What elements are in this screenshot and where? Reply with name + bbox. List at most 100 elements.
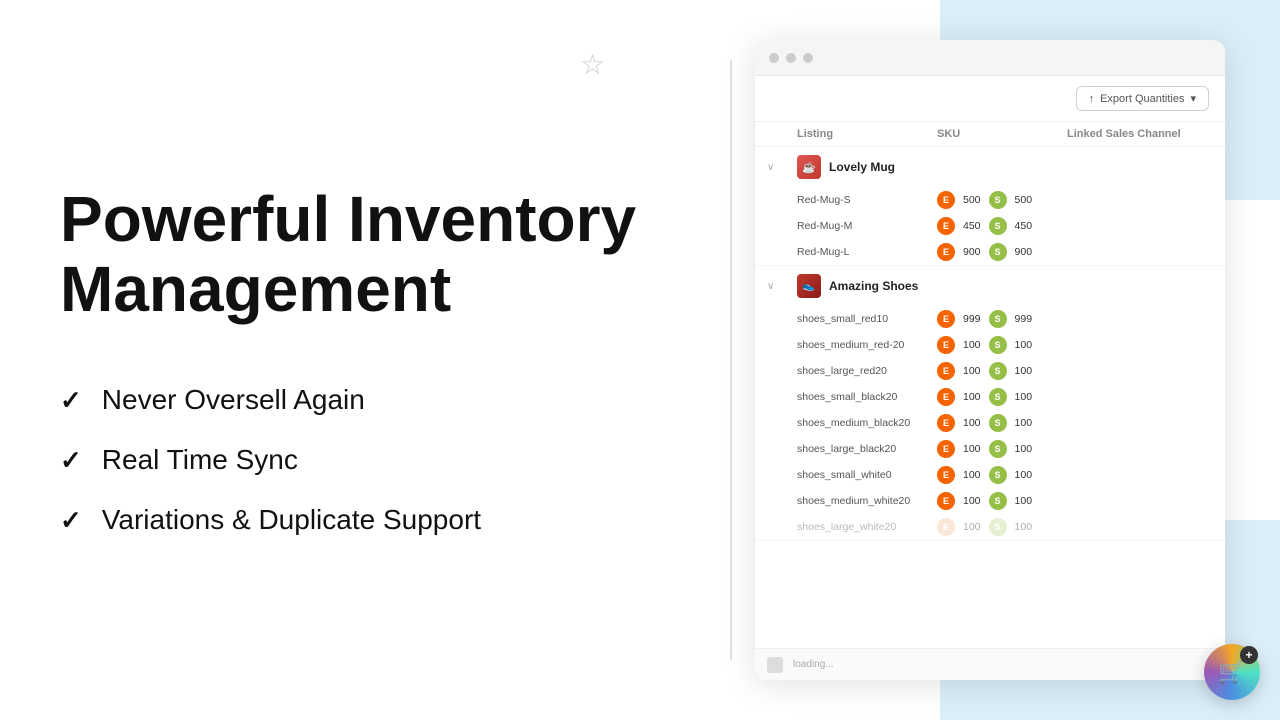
etsy-badge-s2: E (937, 336, 955, 354)
shopify-badge-s5: S (989, 414, 1007, 432)
etsy-qty-s3: 100 (963, 365, 981, 377)
check-icon-2: ✓ (60, 445, 82, 476)
shopify-qty-1: 500 (1015, 194, 1033, 206)
check-icon-3: ✓ (60, 505, 82, 536)
etsy-qty-s5: 100 (963, 417, 981, 429)
product-group-2: ∨ 👟 Amazing Shoes shoes_small_red10 E 99… (755, 266, 1225, 541)
feature-label-2: Real Time Sync (102, 444, 298, 476)
sku-row-shoes-6: shoes_large_black20 E 100 S 100 (755, 436, 1225, 462)
shopify-qty-2: 450 (1015, 220, 1033, 232)
feature-item-1: ✓ Never Oversell Again (60, 384, 670, 416)
shopify-qty-s9: 100 (1015, 521, 1033, 533)
etsy-qty-s1: 999 (963, 313, 981, 325)
etsy-badge-s5: E (937, 414, 955, 432)
sku-text-shoes-2: shoes_medium_red-20 (797, 339, 937, 351)
etsy-qty-s4: 100 (963, 391, 981, 403)
sku-row-red-mug-l: Red-Mug-L E 900 S 900 (755, 239, 1225, 265)
etsy-badge-s8: E (937, 492, 955, 510)
etsy-badge-s3: E (937, 362, 955, 380)
divider-line (730, 60, 732, 660)
channel-qty-shoes-4: E 100 S 100 (937, 388, 1067, 406)
sku-row-red-mug-m: Red-Mug-M E 450 S 450 (755, 213, 1225, 239)
shopify-badge-3: S (989, 243, 1007, 261)
browser-dot-3 (803, 53, 813, 63)
browser-content: ↑ Export Quantities ▾ Listing SKU Linked… (755, 76, 1225, 680)
chevron-icon-2: ∨ (767, 281, 797, 292)
feature-label-1: Never Oversell Again (102, 384, 365, 416)
feature-label-3: Variations & Duplicate Support (102, 504, 481, 536)
shopify-qty-s8: 100 (1015, 495, 1033, 507)
star-icon: ☆ (580, 48, 605, 81)
bottom-bar-icon (767, 657, 783, 673)
shopify-qty-s6: 100 (1015, 443, 1033, 455)
shopify-qty-s3: 100 (1015, 365, 1033, 377)
sku-row-shoes-8: shoes_medium_white20 E 100 S 100 (755, 488, 1225, 514)
etsy-qty-1: 500 (963, 194, 981, 206)
shopify-badge-s1: S (989, 310, 1007, 328)
sku-text-2: Red-Mug-M (797, 220, 937, 232)
sku-row-shoes-3: shoes_large_red20 E 100 S 100 (755, 358, 1225, 384)
sku-row-shoes-2: shoes_medium_red-20 E 100 S 100 (755, 332, 1225, 358)
sku-row-red-mug-s: Red-Mug-S E 500 S 500 (755, 187, 1225, 213)
header-listing: Listing (797, 128, 937, 140)
title-line1: Powerful Inventory (60, 183, 636, 255)
cart-fab[interactable]: 🛒 + (1204, 644, 1260, 700)
channel-qty-2: E 450 S 450 (937, 217, 1067, 235)
browser-window: ↑ Export Quantities ▾ Listing SKU Linked… (755, 40, 1225, 680)
product-group-1: ∨ ☕ Lovely Mug Red-Mug-S E 500 S 500 (755, 147, 1225, 266)
sku-row-shoes-5: shoes_medium_black20 E 100 S 100 (755, 410, 1225, 436)
etsy-badge-1: E (937, 191, 955, 209)
title-line2: Management (60, 253, 451, 325)
product-row-lovely-mug[interactable]: ∨ ☕ Lovely Mug (755, 147, 1225, 187)
channel-qty-shoes-7: E 100 S 100 (937, 466, 1067, 484)
product-row-amazing-shoes[interactable]: ∨ 👟 Amazing Shoes (755, 266, 1225, 306)
channel-qty-1: E 500 S 500 (937, 191, 1067, 209)
etsy-qty-s7: 100 (963, 469, 981, 481)
sku-text-shoes-7: shoes_small_white0 (797, 469, 937, 481)
sku-text-shoes-8: shoes_medium_white20 (797, 495, 937, 507)
sku-text-shoes-6: shoes_large_black20 (797, 443, 937, 455)
cart-icon: 🛒 (1218, 659, 1245, 685)
table-header: Listing SKU Linked Sales Channel (755, 122, 1225, 147)
channel-qty-shoes-6: E 100 S 100 (937, 440, 1067, 458)
product-name-1: Lovely Mug (829, 160, 895, 174)
export-chevron: ▾ (1190, 92, 1196, 105)
channel-qty-shoes-1: E 999 S 999 (937, 310, 1067, 328)
shopify-qty-s1: 999 (1015, 313, 1033, 325)
bottom-bar-text: loading... (793, 659, 834, 670)
etsy-badge-s1: E (937, 310, 955, 328)
etsy-qty-s9: 100 (963, 521, 981, 533)
sku-text-shoes-9: shoes_large_white20 (797, 521, 937, 533)
main-title: Powerful Inventory Management (60, 184, 670, 325)
shopify-qty-3: 900 (1015, 246, 1033, 258)
sku-row-shoes-7: shoes_small_white0 E 100 S 100 (755, 462, 1225, 488)
check-icon-1: ✓ (60, 385, 82, 416)
sku-text-shoes-4: shoes_small_black20 (797, 391, 937, 403)
etsy-qty-s8: 100 (963, 495, 981, 507)
feature-list: ✓ Never Oversell Again ✓ Real Time Sync … (60, 384, 670, 536)
shopify-badge-1: S (989, 191, 1007, 209)
sku-row-shoes-4: shoes_small_black20 E 100 S 100 (755, 384, 1225, 410)
browser-dot-2 (786, 53, 796, 63)
shopify-badge-s7: S (989, 466, 1007, 484)
feature-item-2: ✓ Real Time Sync (60, 444, 670, 476)
bottom-bar: loading... (755, 648, 1225, 680)
etsy-badge-s6: E (937, 440, 955, 458)
shopify-qty-s4: 100 (1015, 391, 1033, 403)
shopify-qty-s5: 100 (1015, 417, 1033, 429)
browser-dot-1 (769, 53, 779, 63)
etsy-qty-2: 450 (963, 220, 981, 232)
etsy-qty-s2: 100 (963, 339, 981, 351)
export-icon: ↑ (1089, 93, 1095, 105)
etsy-badge-s7: E (937, 466, 955, 484)
channel-qty-shoes-5: E 100 S 100 (937, 414, 1067, 432)
shopify-badge-s3: S (989, 362, 1007, 380)
shopify-badge-s6: S (989, 440, 1007, 458)
etsy-badge-s9: E (937, 518, 955, 536)
toolbar: ↑ Export Quantities ▾ (755, 76, 1225, 122)
product-name-2: Amazing Shoes (829, 279, 918, 293)
channel-qty-3: E 900 S 900 (937, 243, 1067, 261)
etsy-qty-s6: 100 (963, 443, 981, 455)
export-button[interactable]: ↑ Export Quantities ▾ (1076, 86, 1209, 111)
chevron-icon-1: ∨ (767, 162, 797, 173)
